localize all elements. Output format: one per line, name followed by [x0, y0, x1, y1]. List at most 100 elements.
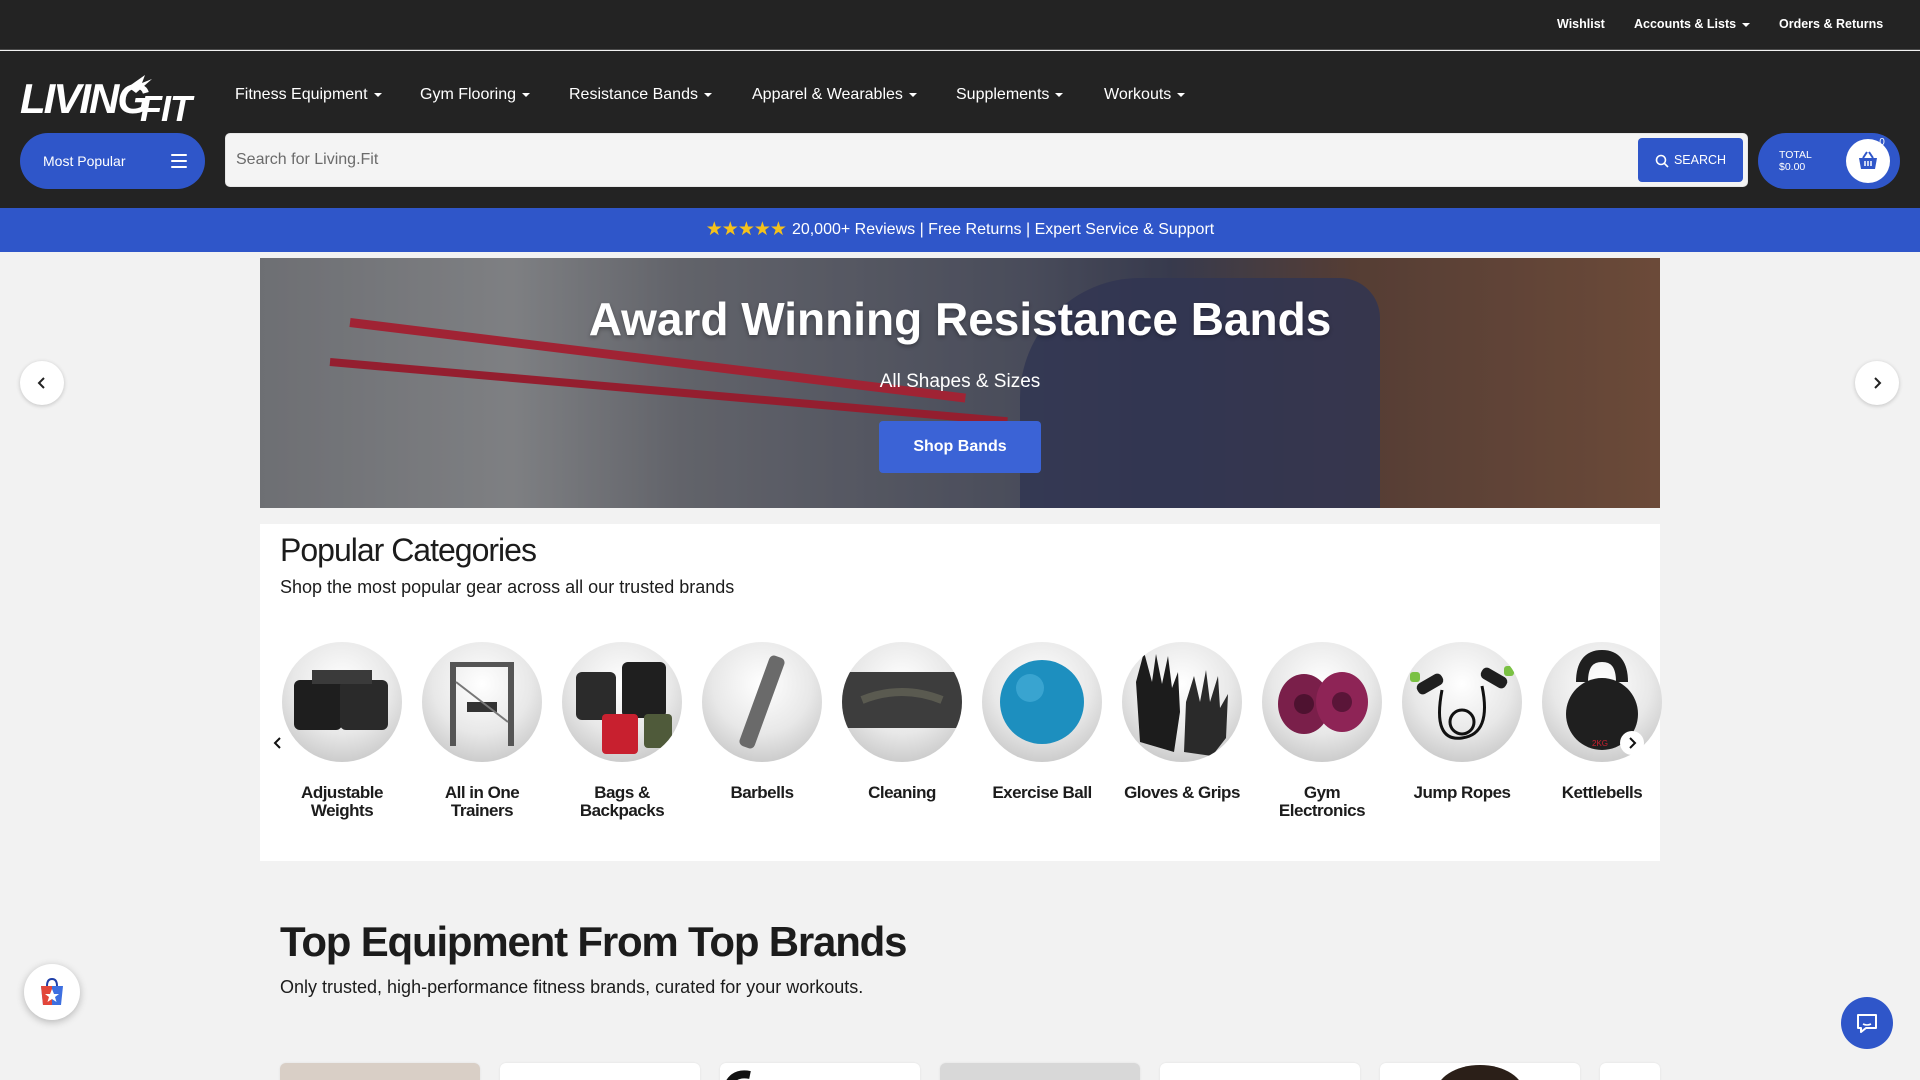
cart-count-badge: 0: [1879, 137, 1885, 148]
nav-label: Gym Flooring: [420, 86, 517, 103]
nav-label: Resistance Bands: [569, 86, 698, 103]
hero-banner: Award Winning Resistance Bands All Shape…: [260, 258, 1660, 508]
shopping-bag-star-icon: [41, 977, 63, 1005]
category-barbells[interactable]: Barbells: [700, 642, 824, 802]
popular-categories-section: Popular Categories Shop the most popular…: [260, 524, 1662, 861]
chevron-left-icon: [37, 377, 45, 389]
shop-bands-button[interactable]: Shop Bands: [879, 421, 1041, 473]
chevron-left-icon: [273, 737, 281, 749]
category-name: Adjustable Weights: [301, 783, 383, 820]
orders-returns-link[interactable]: Orders & Returns: [1779, 17, 1883, 31]
category-all-in-one-trainers[interactable]: All in One Trainers: [420, 642, 544, 820]
nav-fitness-equipment[interactable]: Fitness Equipment: [235, 86, 382, 104]
hero-subtitle: All Shapes & Sizes: [879, 371, 1041, 392]
promo-bar: ★★★★★ 20,000+ Reviews | Free Returns | Ex…: [0, 208, 1920, 252]
brands-title: Top Equipment From Top Brands: [280, 918, 907, 965]
brand-photo-image: [1441, 1065, 1519, 1080]
chevron-right-icon: [1629, 737, 1637, 749]
category-name: Gloves & Grips: [1124, 783, 1240, 802]
category-image: [842, 642, 962, 762]
category-jump-ropes[interactable]: Jump Ropes: [1400, 642, 1524, 802]
category-gym-electronics[interactable]: Gym Electronics: [1260, 642, 1384, 820]
chevron-down-icon: [908, 92, 917, 97]
chevron-down-icon: [703, 92, 712, 97]
cart-total-label: TOTAL: [1779, 149, 1812, 161]
category-name: Barbells: [730, 783, 794, 802]
search-button-label: SEARCH: [1673, 153, 1727, 167]
brand-card[interactable]: [720, 1063, 920, 1080]
category-name: Exercise Ball: [992, 783, 1092, 802]
rating-stars-icon: ★★★★★: [705, 219, 787, 240]
chevron-down-icon: [373, 92, 382, 97]
category-exercise-ball[interactable]: Exercise Ball: [980, 642, 1104, 802]
chat-button[interactable]: [1841, 997, 1893, 1049]
chevron-down-icon: [1177, 92, 1186, 97]
section-title: Popular Categories: [280, 532, 537, 568]
living-fit-logo[interactable]: LIVING FIT: [20, 69, 205, 125]
svg-text:2KG: 2KG: [1592, 739, 1608, 748]
wishlist-link[interactable]: Wishlist: [1557, 17, 1605, 31]
nav-label: Supplements: [956, 86, 1050, 103]
basket-icon: [1859, 151, 1877, 169]
category-image: [702, 642, 822, 762]
chevron-right-icon: [1874, 377, 1882, 389]
category-image: [1122, 642, 1242, 762]
nav-label: Apparel & Wearables: [752, 86, 903, 103]
chat-icon: [1857, 1014, 1877, 1033]
category-image: [562, 642, 682, 762]
nav-label: Workouts: [1104, 86, 1172, 103]
nav-supplements[interactable]: Supplements: [956, 86, 1064, 104]
brand-card[interactable]: [280, 1063, 480, 1080]
category-name: Kettlebells: [1561, 783, 1643, 802]
brand-card[interactable]: [500, 1063, 700, 1080]
category-image: [282, 642, 402, 762]
nav-gym-flooring[interactable]: Gym Flooring: [420, 86, 531, 104]
hero-prev-button[interactable]: [20, 361, 64, 405]
brands-subtitle: Only trusted, high-performance fitness b…: [280, 977, 864, 997]
search-input[interactable]: [236, 134, 1636, 186]
search-bar: SEARCH: [225, 133, 1748, 187]
section-subtitle: Shop the most popular gear across all ou…: [280, 577, 735, 597]
search-button[interactable]: SEARCH: [1638, 138, 1743, 182]
category-name: Jump Ropes: [1413, 783, 1511, 802]
accounts-lists-label: Accounts & Lists: [1634, 17, 1737, 31]
hero-title: Award Winning Resistance Bands: [588, 293, 1332, 345]
nav-label: Fitness Equipment: [235, 86, 368, 103]
rewards-badge-button[interactable]: [24, 964, 80, 1020]
brand-card[interactable]: [1380, 1063, 1580, 1080]
category-kettlebells[interactable]: 2KG Kettlebells: [1540, 642, 1664, 802]
chevron-down-icon: [1742, 22, 1751, 27]
search-icon: [1655, 154, 1669, 168]
category-gloves-grips[interactable]: Gloves & Grips: [1120, 642, 1244, 802]
nav-apparel-wearables[interactable]: Apparel & Wearables: [752, 86, 917, 104]
categories-next-button[interactable]: [1620, 731, 1644, 755]
category-cleaning[interactable]: Cleaning: [840, 642, 964, 802]
category-name: Bags & Backpacks: [579, 783, 665, 820]
chevron-down-icon: [1055, 92, 1064, 97]
nav-resistance-bands[interactable]: Resistance Bands: [569, 86, 712, 104]
cart-total-value: $0.00: [1779, 161, 1806, 173]
chevron-down-icon: [522, 92, 531, 97]
svg-text:LIVING: LIVING: [20, 75, 149, 122]
category-adjustable-weights[interactable]: Adjustable Weights: [280, 642, 404, 820]
category-name: All in One Trainers: [444, 783, 520, 820]
site-header: LIVING FIT Fitness Equipment Gym Floorin…: [0, 51, 1920, 208]
brand-card[interactable]: [940, 1063, 1140, 1080]
nav-workouts[interactable]: Workouts: [1104, 86, 1186, 104]
svg-text:FIT: FIT: [140, 88, 195, 125]
hero-next-button[interactable]: [1855, 361, 1899, 405]
cart-button[interactable]: TOTAL $0.00 0: [1758, 133, 1900, 189]
category-image: [1262, 642, 1382, 762]
brand-card[interactable]: [1600, 1063, 1660, 1080]
accounts-lists-menu[interactable]: Accounts & Lists: [1634, 17, 1751, 31]
category-image: 2KG: [1542, 642, 1662, 762]
most-popular-label: Most Popular: [43, 153, 126, 169]
most-popular-button[interactable]: Most Popular: [20, 133, 205, 189]
categories-prev-button[interactable]: [266, 731, 290, 755]
brand-logo-image: [726, 1070, 751, 1080]
brand-card[interactable]: [1160, 1063, 1360, 1080]
category-bags-backpacks[interactable]: Bags & Backpacks: [560, 642, 684, 820]
cart-total: TOTAL $0.00: [1779, 149, 1812, 173]
utility-bar: Wishlist Accounts & Lists Orders & Retur…: [0, 0, 1920, 50]
category-name: Gym Electronics: [1278, 783, 1366, 820]
